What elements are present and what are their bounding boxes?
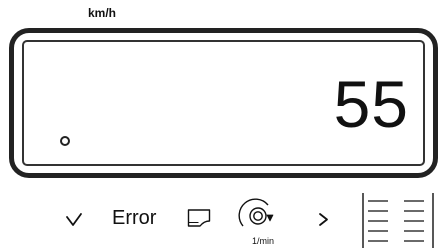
hopper-tray-icon[interactable] xyxy=(187,208,211,228)
error-key-label[interactable]: Error xyxy=(112,206,156,230)
rpm-unit-label: 1/min xyxy=(252,236,275,246)
chevron-right-icon[interactable] xyxy=(318,211,330,227)
lcd-display: 55 xyxy=(9,28,438,178)
lcd-screen: 55 xyxy=(22,40,425,166)
speed-readout: 55 xyxy=(333,67,409,141)
circle-indicator-icon xyxy=(60,136,70,146)
speed-unit-label: km/h xyxy=(88,6,117,20)
check-down-arrow-icon[interactable] xyxy=(64,212,84,228)
rotation-sensor-icon[interactable] xyxy=(238,196,278,236)
list-lines-icon[interactable] xyxy=(362,193,434,248)
